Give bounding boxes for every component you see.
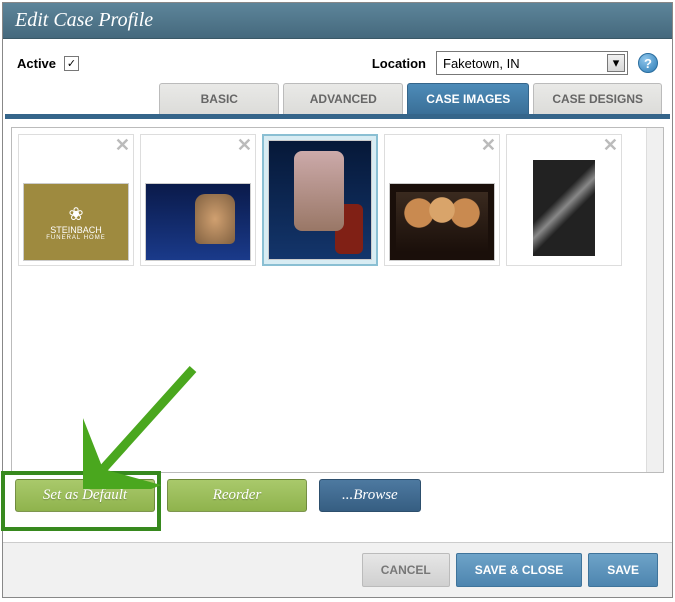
logo-sub: FUNERAL HOME [46,235,105,241]
location-value: Faketown, IN [443,56,520,71]
tab-advanced[interactable]: ADVANCED [283,83,403,114]
cancel-button[interactable]: CANCEL [362,553,450,587]
active-checkbox[interactable]: ✓ [64,56,79,71]
thumb-image: ❀ STEINBACH FUNERAL HOME [23,183,129,261]
dialog-title: Edit Case Profile [3,3,672,39]
save-button[interactable]: SAVE [588,553,658,587]
browse-button[interactable]: ...Browse [319,479,421,512]
dialog: Edit Case Profile Active ✓ Location Fake… [2,2,673,598]
chevron-down-icon: ▾ [607,54,625,72]
reorder-button[interactable]: Reorder [167,479,307,512]
footer: CANCEL SAVE & CLOSE SAVE [3,542,672,597]
close-icon[interactable]: ✕ [481,138,496,152]
close-icon[interactable]: ✕ [603,138,618,152]
active-label: Active [17,56,56,71]
set-default-button[interactable]: Set as Default [15,479,155,512]
tab-case-designs[interactable]: CASE DESIGNS [533,83,662,114]
image-thumb[interactable]: ✕ [384,134,500,266]
image-thumb[interactable]: ✕ ❀ STEINBACH FUNERAL HOME [18,134,134,266]
tab-basic[interactable]: BASIC [159,83,279,114]
content-area: ✕ ❀ STEINBACH FUNERAL HOME ✕ Default ✕ ✕ [3,119,672,542]
tab-bar: BASIC ADVANCED CASE IMAGES CASE DESIGNS [3,79,672,114]
image-thumb[interactable]: ✕ [506,134,622,266]
thumb-image [389,183,495,261]
thumb-image [511,155,617,261]
thumb-image [268,140,372,260]
header-row: Active ✓ Location Faketown, IN ▾ ? [3,39,672,79]
help-icon[interactable]: ? [638,53,658,73]
tab-case-images[interactable]: CASE IMAGES [407,83,529,114]
close-icon[interactable]: ✕ [237,138,252,152]
image-thumb-selected[interactable]: Default ✕ [262,134,378,266]
save-close-button[interactable]: SAVE & CLOSE [456,553,582,587]
image-list: ✕ ❀ STEINBACH FUNERAL HOME ✕ Default ✕ ✕ [11,127,664,473]
thumb-image [145,183,251,261]
location-select[interactable]: Faketown, IN ▾ [436,51,628,75]
close-icon[interactable]: ✕ [115,138,130,152]
action-row: Set as Default Reorder ...Browse [11,473,664,512]
location-label: Location [372,56,426,71]
logo-name: STEINBACH [50,225,102,235]
image-thumb[interactable]: ✕ [140,134,256,266]
